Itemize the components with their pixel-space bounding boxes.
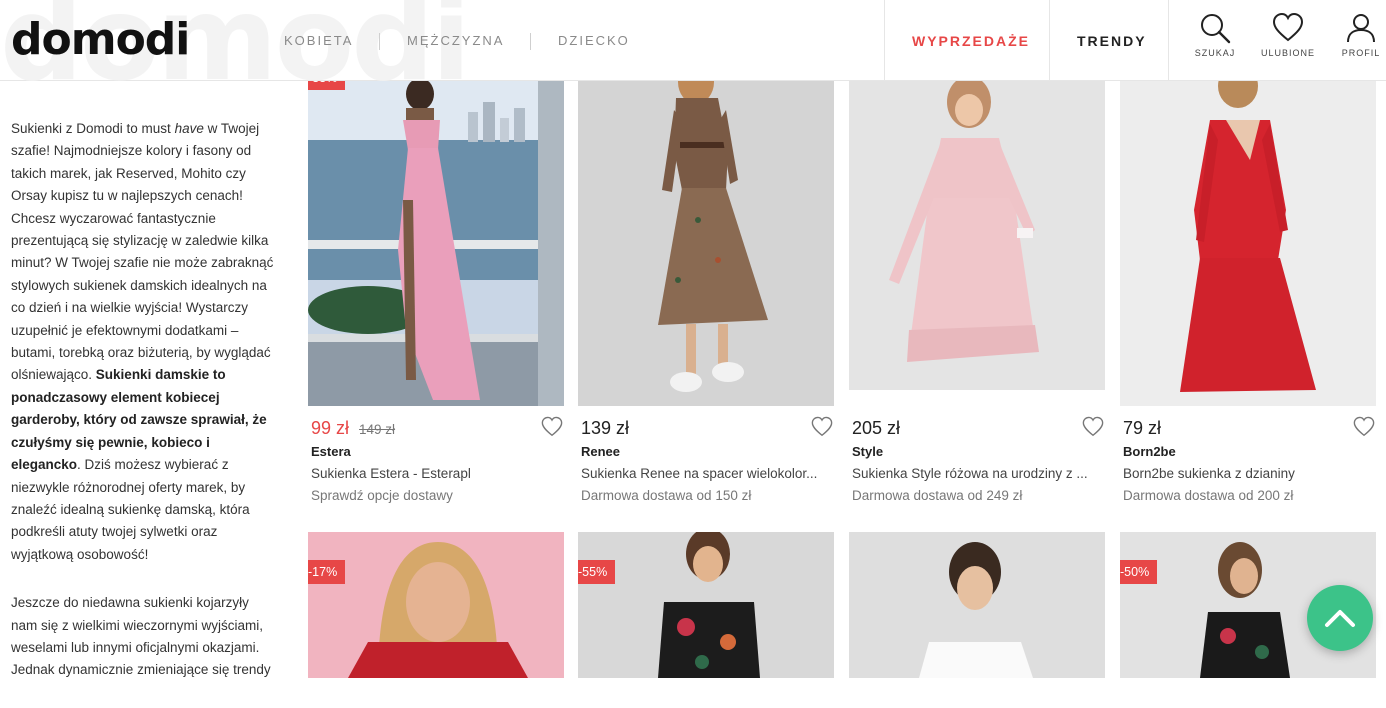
product-name[interactable]: Sukienka Renee na spacer wielokolor...	[581, 466, 817, 481]
discount-badge: -55%	[578, 560, 616, 584]
nav-item-men[interactable]: MĘŻCZYZNA	[407, 33, 504, 48]
product-image[interactable]: -55%	[578, 532, 834, 678]
price-row: 205 zł	[852, 418, 900, 439]
scroll-to-top-button[interactable]	[1307, 585, 1373, 651]
discount-badge: -17%	[308, 560, 346, 584]
site-header: domodi domodi KOBIETA MĘŻCZYZNA DZIECKO …	[0, 0, 1386, 98]
profile-label[interactable]: PROFIL	[1326, 48, 1386, 58]
add-to-favourites-icon[interactable]	[540, 416, 564, 438]
product-brand[interactable]: Renee	[581, 444, 620, 459]
product-price: 99 zł	[311, 418, 350, 438]
nav-divider	[530, 33, 531, 50]
product-card[interactable]: -55%	[578, 532, 834, 678]
search-icon[interactable]	[1199, 12, 1231, 44]
search-label[interactable]: SZUKAJ	[1180, 48, 1250, 58]
discount-badge: -50%	[1120, 560, 1158, 584]
description-paragraph: Sukienki z Domodi to must have w Twojej …	[11, 121, 274, 562]
product-image[interactable]	[849, 532, 1105, 678]
header-divider	[1168, 0, 1169, 80]
product-name[interactable]: Born2be sukienka z dzianiny	[1123, 466, 1295, 481]
product-card[interactable]: -17%	[308, 532, 564, 678]
header-divider	[884, 0, 885, 80]
price-row: 79 zł	[1123, 418, 1161, 439]
product-brand[interactable]: Born2be	[1123, 444, 1176, 459]
product-brand[interactable]: Style	[852, 444, 883, 459]
description-paragraph: Jeszcze do niedawna sukienki kojarzyły n…	[11, 595, 271, 678]
product-shipping: Sprawdź opcje dostawy	[311, 488, 453, 503]
product-image[interactable]: -17%	[308, 532, 564, 678]
user-icon[interactable]	[1345, 12, 1377, 44]
add-to-favourites-icon[interactable]	[1352, 416, 1376, 438]
price-row: 99 zł 149 zł	[311, 418, 395, 439]
product-image[interactable]	[849, 80, 1105, 390]
product-image[interactable]: -33%	[308, 80, 564, 406]
site-logo[interactable]: domodi	[11, 14, 190, 66]
product-image[interactable]	[1120, 80, 1376, 406]
header-divider	[1049, 0, 1050, 80]
product-card[interactable]	[849, 532, 1105, 678]
nav-link-trends[interactable]: TRENDY	[1077, 33, 1147, 49]
product-image[interactable]	[578, 80, 834, 406]
product-shipping: Darmowa dostawa od 200 zł	[1123, 488, 1294, 503]
product-price: 139 zł	[581, 418, 630, 438]
favourites-label[interactable]: ULUBIONE	[1253, 48, 1323, 58]
heart-icon[interactable]	[1272, 12, 1304, 44]
product-price: 79 zł	[1123, 418, 1162, 438]
old-price: 149 zł	[359, 422, 396, 437]
product-name[interactable]: Sukienka Style różowa na urodziny z ...	[852, 466, 1088, 481]
category-description: Sukienki z Domodi to must have w Twojej …	[11, 118, 275, 708]
nav-divider	[379, 33, 380, 50]
product-brand[interactable]: Estera	[311, 444, 351, 459]
chevron-up-icon	[1325, 610, 1355, 627]
product-name[interactable]: Sukienka Estera - Esterapl	[311, 466, 471, 481]
product-shipping: Darmowa dostawa od 249 zł	[852, 488, 1023, 503]
nav-item-women[interactable]: KOBIETA	[284, 33, 353, 48]
add-to-favourites-icon[interactable]	[1081, 416, 1105, 438]
product-price: 205 zł	[852, 418, 901, 438]
nav-link-sale[interactable]: WYPRZEDAŻE	[912, 33, 1030, 49]
add-to-favourites-icon[interactable]	[810, 416, 834, 438]
product-shipping: Darmowa dostawa od 150 zł	[581, 488, 752, 503]
price-row: 139 zł	[581, 418, 629, 439]
nav-item-kids[interactable]: DZIECKO	[558, 33, 630, 48]
